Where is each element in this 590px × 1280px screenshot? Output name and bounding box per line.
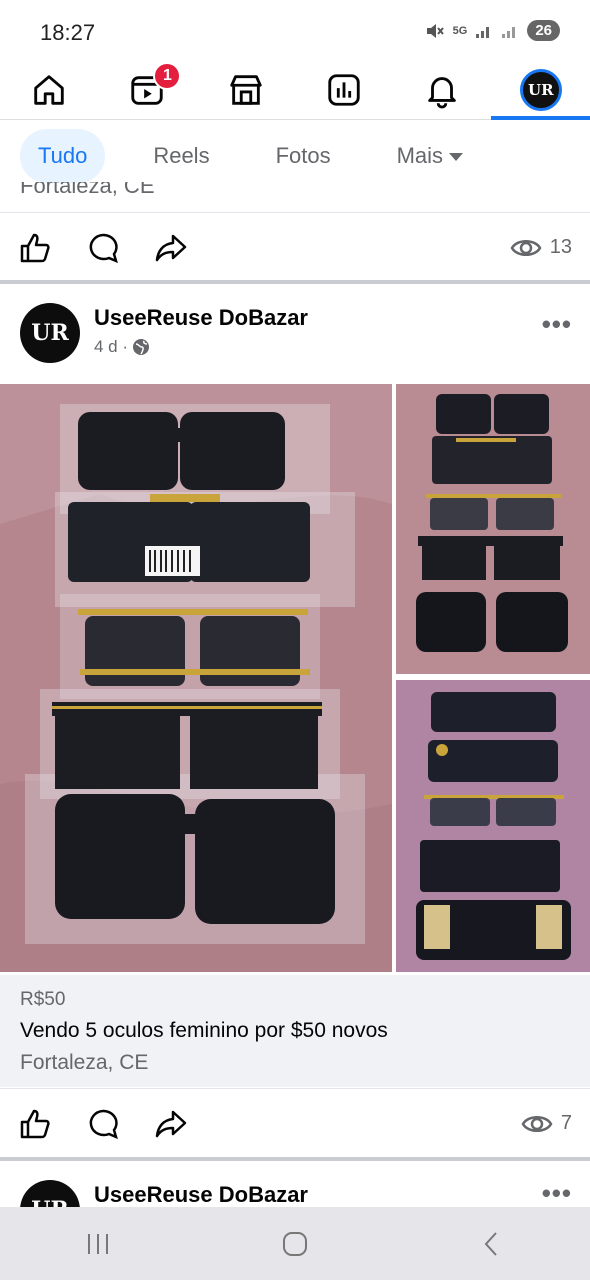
post-photo-top-right[interactable] [396, 384, 590, 674]
nav-home[interactable] [9, 60, 89, 120]
sunglasses-photo [0, 384, 392, 972]
filter-chip-fotos[interactable]: Fotos [258, 129, 349, 183]
views-count: 7 [560, 1112, 572, 1134]
profile-avatar: UR [519, 68, 562, 111]
views-count: 13 [549, 236, 572, 258]
listing-location: Fortaleza, CE [20, 1051, 149, 1074]
system-nav-bar [0, 1207, 590, 1280]
post-time: 4 d · [94, 337, 129, 356]
top-nav: 1 UR [0, 60, 590, 120]
post-photo-main[interactable] [0, 384, 392, 972]
nav-video[interactable]: 1 [107, 60, 187, 120]
share-icon[interactable] [154, 231, 188, 265]
filter-chip-reels[interactable]: Reels [135, 129, 227, 183]
home-button-icon[interactable] [280, 1229, 310, 1259]
next-post-header: UR UseeReuse DoBazar ••• [0, 1162, 590, 1207]
share-icon[interactable] [154, 1107, 188, 1141]
sunglasses-photo-3 [396, 680, 590, 972]
post-header: UR UseeReuse DoBazar 4 d · ••• [0, 285, 590, 385]
filter-chip-mais-label: Mais [396, 143, 444, 168]
comment-icon[interactable] [86, 231, 120, 265]
listing-price: R$50 [20, 989, 66, 1010]
status-bar: 18:27 5G 26 [0, 0, 590, 60]
post-separator [0, 280, 590, 284]
next-more-options-icon[interactable]: ••• [542, 1178, 572, 1207]
nav-notifications[interactable] [402, 60, 482, 120]
back-icon[interactable] [477, 1229, 507, 1259]
post-views: 7 [521, 1108, 572, 1140]
prev-post-location: Fortaleza, CE [20, 182, 155, 196]
post-separator-2 [0, 1157, 590, 1161]
next-author-avatar[interactable]: UR [20, 1180, 80, 1207]
nav-feeds[interactable] [304, 60, 384, 120]
caret-down-icon [449, 153, 464, 162]
author-avatar[interactable]: UR [20, 303, 80, 363]
bell-icon [428, 76, 457, 108]
prev-post-actions: 13 [0, 212, 590, 282]
feeds-icon [328, 73, 360, 106]
mute-icon [426, 23, 444, 38]
home-icon [34, 74, 64, 105]
post-photo-bottom-right[interactable] [396, 680, 590, 972]
post-actions: 7 [0, 1088, 590, 1158]
nav-marketplace[interactable] [206, 60, 286, 120]
signal-icon [476, 26, 490, 38]
video-badge: 1 [153, 61, 182, 90]
filter-chip-tudo[interactable]: Tudo [20, 129, 106, 183]
eye-icon [521, 1115, 553, 1132]
filter-chip-mais[interactable]: Mais [379, 129, 481, 183]
status-time: 18:27 [40, 20, 96, 45]
like-icon[interactable] [18, 231, 52, 265]
post-meta: 4 d · [94, 337, 150, 357]
network-label: 5G [452, 24, 468, 37]
like-icon[interactable] [18, 1107, 52, 1141]
prev-post-views: 13 [510, 232, 572, 264]
marketplace-icon [230, 74, 262, 105]
signal-icon-2 [502, 26, 516, 38]
recent-apps-icon[interactable] [83, 1229, 113, 1259]
nav-profile[interactable]: UR [490, 60, 590, 120]
battery-badge: 26 [527, 20, 560, 41]
listing-info[interactable]: R$50 Vendo 5 oculos feminino por $50 nov… [0, 975, 590, 1087]
status-icons: 5G 26 [425, 20, 560, 41]
eye-icon [510, 239, 542, 256]
next-author-name[interactable]: UseeReuse DoBazar [94, 1182, 308, 1207]
author-name[interactable]: UseeReuse DoBazar [94, 305, 308, 331]
more-options-icon[interactable]: ••• [542, 309, 572, 340]
globe-icon [133, 339, 150, 355]
sunglasses-photo-2 [396, 384, 590, 674]
listing-title: Vendo 5 oculos feminino por $50 novos [20, 1019, 388, 1042]
comment-icon[interactable] [86, 1107, 120, 1141]
